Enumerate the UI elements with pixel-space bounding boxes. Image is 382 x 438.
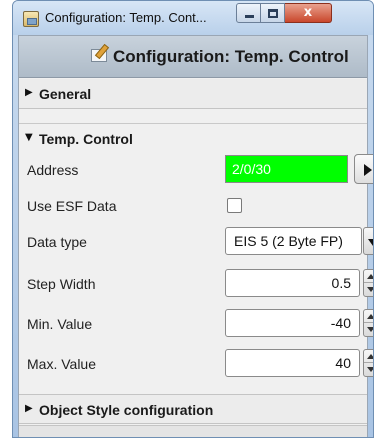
- spinner-down-icon[interactable]: [364, 323, 373, 336]
- edit-config-icon: [91, 49, 107, 62]
- play-arrow-icon: [364, 164, 372, 176]
- spinner-down-icon[interactable]: [364, 283, 373, 296]
- min-value-spinner[interactable]: [363, 309, 373, 337]
- min-value-row: Min. Value -40: [19, 306, 373, 342]
- section-temp-control[interactable]: ▼ Temp. Control: [19, 124, 367, 154]
- address-field[interactable]: 2/0/30: [225, 155, 348, 183]
- expand-arrow-icon: ▶: [25, 87, 33, 98]
- address-label: Address: [27, 162, 79, 178]
- spinner-up-icon[interactable]: [364, 310, 373, 323]
- config-panel: Configuration: Temp. Control ▶ General ▼…: [18, 35, 373, 437]
- section-divider: [19, 110, 367, 124]
- close-icon: x: [303, 5, 313, 20]
- address-row: Address 2/0/30: [19, 152, 373, 188]
- data-type-label: Data type: [27, 234, 87, 250]
- step-width-label: Step Width: [27, 276, 96, 292]
- section-temp-control-label: Temp. Control: [39, 131, 133, 147]
- use-esf-label: Use ESF Data: [27, 198, 117, 214]
- close-button[interactable]: x: [285, 3, 332, 23]
- expand-arrow-icon: ▶: [25, 403, 33, 414]
- title-bar[interactable]: Configuration: Temp. Cont... x: [13, 1, 373, 35]
- use-esf-row: Use ESF Data: [19, 188, 367, 224]
- panel-title: Configuration: Temp. Control: [113, 47, 349, 66]
- configuration-window: Configuration: Temp. Cont... x Configura…: [12, 0, 374, 438]
- maximize-button[interactable]: [261, 3, 285, 23]
- section-general-label: General: [39, 86, 92, 102]
- use-esf-checkbox[interactable]: [227, 198, 242, 213]
- max-value-label: Max. Value: [27, 356, 96, 372]
- step-width-spinner[interactable]: [363, 269, 373, 297]
- chevron-down-icon: [368, 239, 373, 246]
- window-title: Configuration: Temp. Cont...: [45, 10, 207, 25]
- step-width-row: Step Width 0.5: [19, 266, 373, 302]
- panel-footer: [19, 425, 367, 437]
- max-value-spinner[interactable]: [363, 349, 373, 377]
- step-width-input[interactable]: 0.5: [225, 269, 360, 297]
- min-value-input[interactable]: -40: [225, 309, 360, 337]
- collapse-arrow-icon: ▼: [25, 132, 33, 143]
- spinner-down-icon[interactable]: [364, 363, 373, 376]
- spinner-up-icon[interactable]: [364, 350, 373, 363]
- minimize-button[interactable]: [236, 3, 261, 23]
- section-general[interactable]: ▶ General: [19, 79, 367, 109]
- section-object-style-label: Object Style configuration: [39, 402, 214, 418]
- max-value-input[interactable]: 40: [225, 349, 360, 377]
- panel-header: Configuration: Temp. Control: [19, 36, 367, 78]
- data-type-select[interactable]: EIS 5 (2 Byte FP): [225, 227, 362, 255]
- address-select-button[interactable]: [354, 154, 373, 184]
- spinner-up-icon[interactable]: [364, 270, 373, 283]
- max-value-row: Max. Value 40: [19, 346, 373, 382]
- data-type-value: EIS 5 (2 Byte FP): [234, 233, 343, 249]
- section-object-style[interactable]: ▶ Object Style configuration: [19, 394, 367, 424]
- maximize-icon: [268, 9, 278, 18]
- data-type-dropdown-button[interactable]: [363, 227, 373, 255]
- app-icon[interactable]: [23, 11, 39, 27]
- minimize-icon: [245, 15, 254, 18]
- data-type-row: Data type EIS 5 (2 Byte FP): [19, 224, 373, 260]
- min-value-label: Min. Value: [27, 316, 93, 332]
